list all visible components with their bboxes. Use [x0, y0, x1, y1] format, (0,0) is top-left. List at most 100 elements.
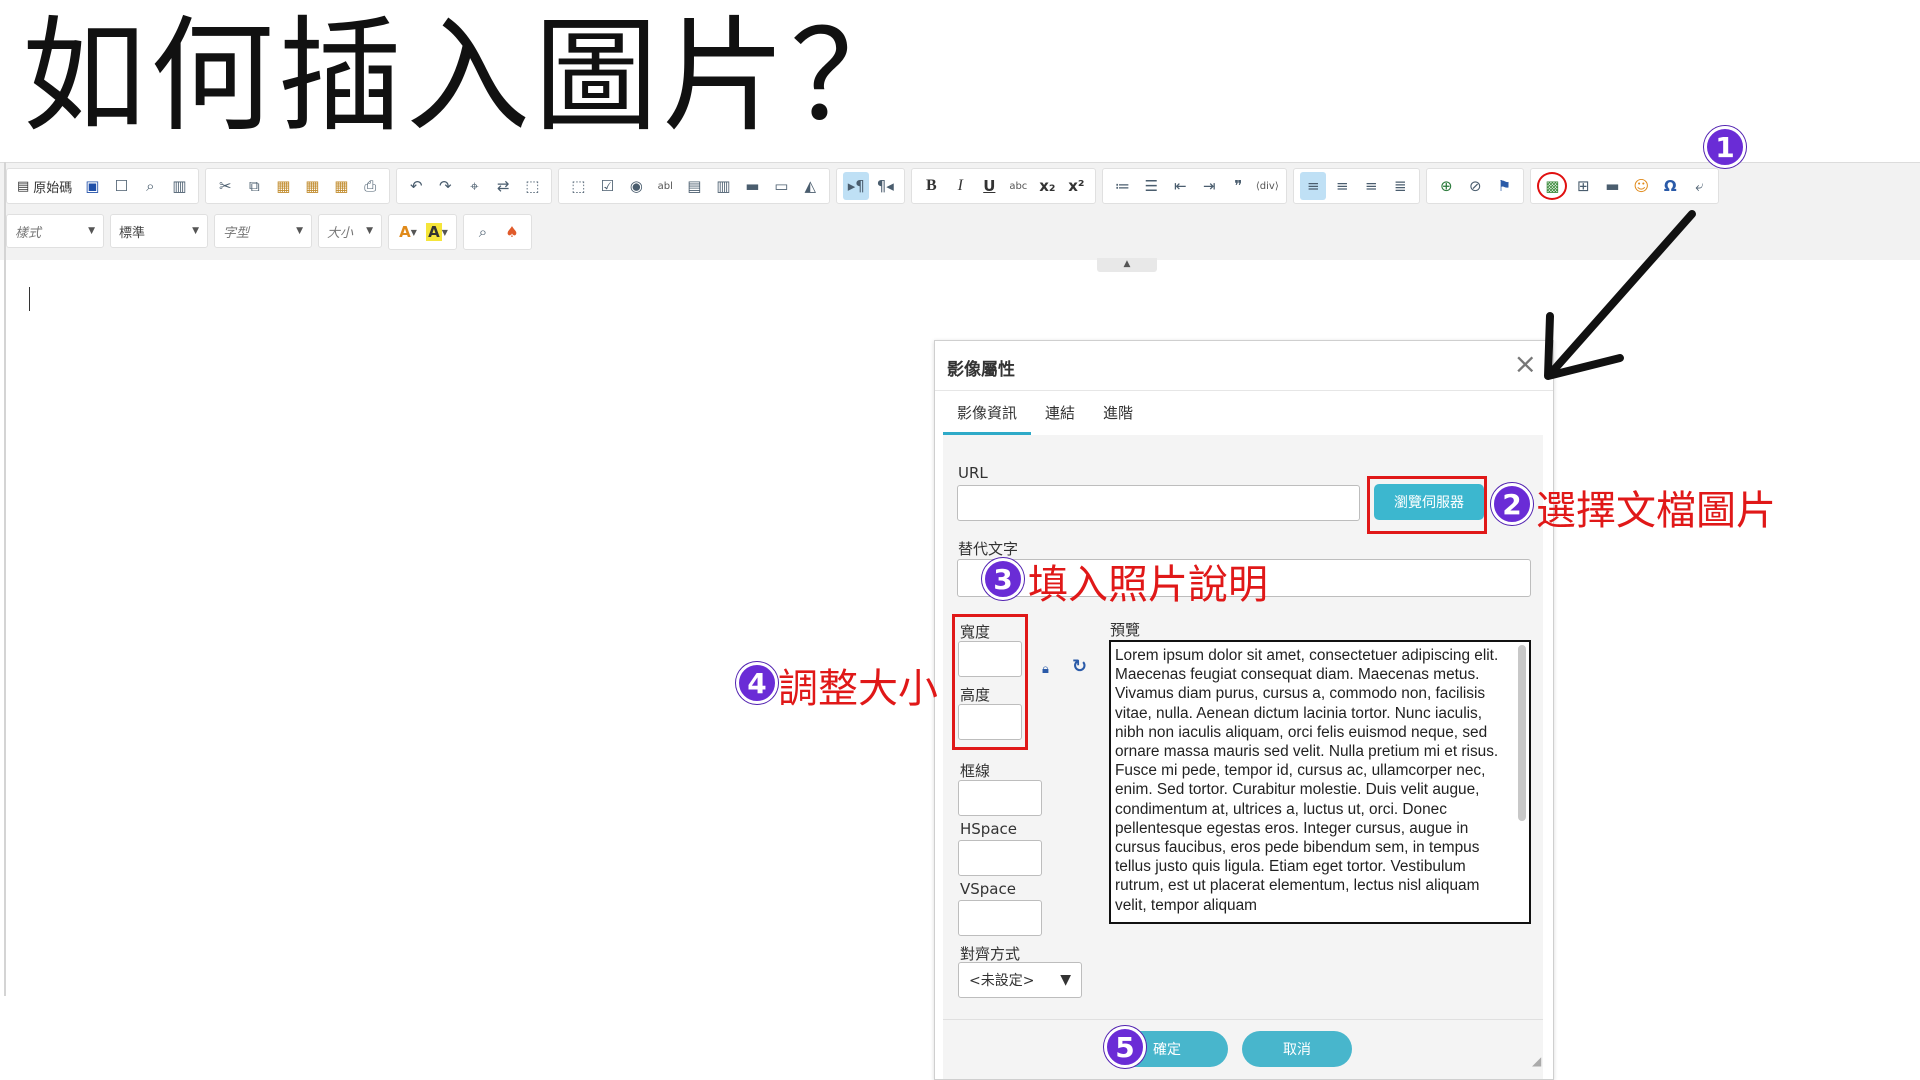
toolbar-group-insert: ▩ ⊞ ▬ ☺ Ω ⤶	[1530, 168, 1720, 204]
copy-icon[interactable]: ⧉	[241, 172, 267, 200]
toolbar-group-align: ≡ ≡ ≡ ≣	[1293, 168, 1421, 204]
bold-icon[interactable]: B	[918, 172, 944, 200]
toolbar-group-direction: ▸¶ ¶◂	[836, 168, 906, 204]
tab-image-info[interactable]: 影像資訊	[943, 391, 1032, 435]
smiley-icon[interactable]: ☺	[1628, 172, 1654, 200]
find-icon[interactable]: ⌖	[461, 172, 487, 200]
horizontal-rule-icon[interactable]: ▬	[1599, 172, 1625, 200]
link-icon[interactable]: ⊕	[1433, 172, 1459, 200]
resize-grip-icon[interactable]: ◢	[1532, 1054, 1546, 1068]
toolbar-group-colors: A ▼ A ▼	[388, 214, 457, 250]
size-select[interactable]: 大小 ▼	[318, 214, 382, 248]
special-char-icon[interactable]: Ω	[1657, 172, 1683, 200]
url-label: URL	[958, 464, 988, 482]
button-field-icon[interactable]: ▬	[739, 172, 765, 200]
align-select[interactable]: <未設定> ▼	[958, 962, 1082, 998]
page-title: 如何插入圖片？	[22, 5, 919, 149]
preview-scrollbar[interactable]	[1518, 645, 1526, 821]
toolbar-row-1: ▤ 原始碼 ▣ ☐ ⌕ ▥ ✂ ⧉ ▦ ▦ ▦ ⎙ ↶ ↷ ⌖ ⇄ ⬚ ⬚ ☑ ◉…	[6, 168, 1720, 204]
hspace-input[interactable]	[958, 840, 1042, 876]
step-2-note: 選擇文檔圖片	[1536, 488, 1776, 534]
toolbar-group-document: ▤ 原始碼 ▣ ☐ ⌕ ▥	[6, 168, 200, 204]
textarea-icon[interactable]: ▤	[681, 172, 707, 200]
save-icon[interactable]: ▣	[79, 172, 105, 200]
border-input[interactable]	[958, 780, 1042, 816]
align-justify-icon[interactable]: ≣	[1387, 172, 1413, 200]
paste-word-icon[interactable]: ▦	[328, 172, 354, 200]
templates-icon[interactable]: ▥	[166, 172, 192, 200]
source-label: 原始碼	[33, 180, 73, 196]
toolbar-group-edit: ↶ ↷ ⌖ ⇄ ⬚	[396, 168, 553, 204]
cancel-button[interactable]: 取消	[1242, 1031, 1352, 1067]
cut-icon[interactable]: ✂	[212, 172, 238, 200]
select-field-icon[interactable]: ▥	[710, 172, 736, 200]
bg-color-icon[interactable]: A ▼	[424, 218, 450, 246]
italic-icon[interactable]: I	[947, 172, 973, 200]
font-select[interactable]: 字型 ▼	[214, 214, 312, 248]
align-select-value: <未設定>	[969, 973, 1035, 989]
numbered-list-icon[interactable]: ≔	[1109, 172, 1135, 200]
chevron-down-icon: ▼	[366, 226, 373, 236]
source-button[interactable]: ▤ 原始碼	[13, 172, 76, 200]
url-input[interactable]	[957, 485, 1360, 521]
text-color-icon[interactable]: A ▼	[395, 218, 421, 246]
tab-advanced[interactable]: 進階	[1089, 391, 1147, 435]
vspace-label: VSpace	[960, 880, 1016, 898]
border-label: 框線	[960, 762, 991, 780]
page-break-icon[interactable]: ⤶	[1686, 172, 1712, 200]
hspace-label: HSpace	[960, 820, 1017, 838]
undo-icon[interactable]: ↶	[403, 172, 429, 200]
superscript-icon[interactable]: x²	[1063, 172, 1089, 200]
anchor-icon[interactable]: ⚑	[1491, 172, 1517, 200]
maximize-icon[interactable]: ⌕	[470, 218, 496, 246]
ltr-icon[interactable]: ▸¶	[843, 172, 870, 200]
table-icon[interactable]: ⊞	[1570, 172, 1596, 200]
checkbox-icon[interactable]: ☑	[594, 172, 620, 200]
tab-link[interactable]: 連結	[1031, 391, 1089, 435]
rtl-icon[interactable]: ¶◂	[872, 172, 898, 200]
step-3-badge: 3	[982, 558, 1024, 600]
underline-icon[interactable]: U	[976, 172, 1002, 200]
reset-size-icon[interactable]: ↻	[1072, 656, 1087, 677]
subscript-icon[interactable]: x₂	[1034, 172, 1060, 200]
align-label: 對齊方式	[960, 945, 1021, 963]
blockquote-icon[interactable]: ❞	[1225, 172, 1251, 200]
format-select[interactable]: 標準 ▼	[110, 214, 208, 248]
style-select[interactable]: 樣式 ▼	[6, 214, 104, 248]
step-1-badge: 1	[1704, 126, 1746, 168]
select-all-icon[interactable]: ⬚	[519, 172, 545, 200]
preview-label: 預覽	[1110, 621, 1141, 639]
lock-ratio-icon[interactable]: 🔒︎	[1042, 662, 1049, 677]
print-icon[interactable]: ⎙	[357, 172, 383, 200]
step-2-badge: 2	[1491, 483, 1533, 525]
tutorial-canvas: 如何插入圖片？ ▤ 原始碼 ▣ ☐ ⌕ ▥ ✂ ⧉ ▦ ▦ ▦ ⎙ ↶ ↷ ⌖ ⇄…	[0, 0, 1920, 1080]
format-select-value: 標準	[119, 225, 146, 241]
unlink-icon[interactable]: ⊘	[1462, 172, 1488, 200]
textfield-icon[interactable]: abl	[652, 172, 678, 200]
preview-icon[interactable]: ⌕	[137, 172, 163, 200]
align-right-icon[interactable]: ≡	[1358, 172, 1384, 200]
bulleted-list-icon[interactable]: ☰	[1138, 172, 1164, 200]
collapse-toolbar-icon[interactable]: ▲	[1097, 258, 1157, 272]
preview-text: Lorem ipsum dolor sit amet, consectetuer…	[1115, 647, 1499, 914]
div-icon[interactable]: ⟨div⟩	[1254, 172, 1280, 200]
clear-format-icon[interactable]: ♠	[499, 218, 525, 246]
form-icon[interactable]: ⬚	[565, 172, 591, 200]
new-page-icon[interactable]: ☐	[108, 172, 134, 200]
hidden-field-icon[interactable]: ◭	[797, 172, 823, 200]
preview-area[interactable]: Lorem ipsum dolor sit amet, consectetuer…	[1109, 640, 1531, 924]
outdent-icon[interactable]: ⇤	[1167, 172, 1193, 200]
step-5-badge: 5	[1104, 1026, 1146, 1068]
vspace-input[interactable]	[958, 900, 1042, 936]
paste-text-icon[interactable]: ▦	[299, 172, 325, 200]
paste-icon[interactable]: ▦	[270, 172, 296, 200]
image-button-icon[interactable]: ▭	[768, 172, 794, 200]
insert-image-icon[interactable]: ▩	[1537, 172, 1568, 200]
replace-icon[interactable]: ⇄	[490, 172, 516, 200]
redo-icon[interactable]: ↷	[432, 172, 458, 200]
strike-icon[interactable]: abc	[1005, 172, 1031, 200]
align-left-icon[interactable]: ≡	[1300, 172, 1327, 200]
align-center-icon[interactable]: ≡	[1329, 172, 1355, 200]
radio-icon[interactable]: ◉	[623, 172, 649, 200]
indent-icon[interactable]: ⇥	[1196, 172, 1222, 200]
